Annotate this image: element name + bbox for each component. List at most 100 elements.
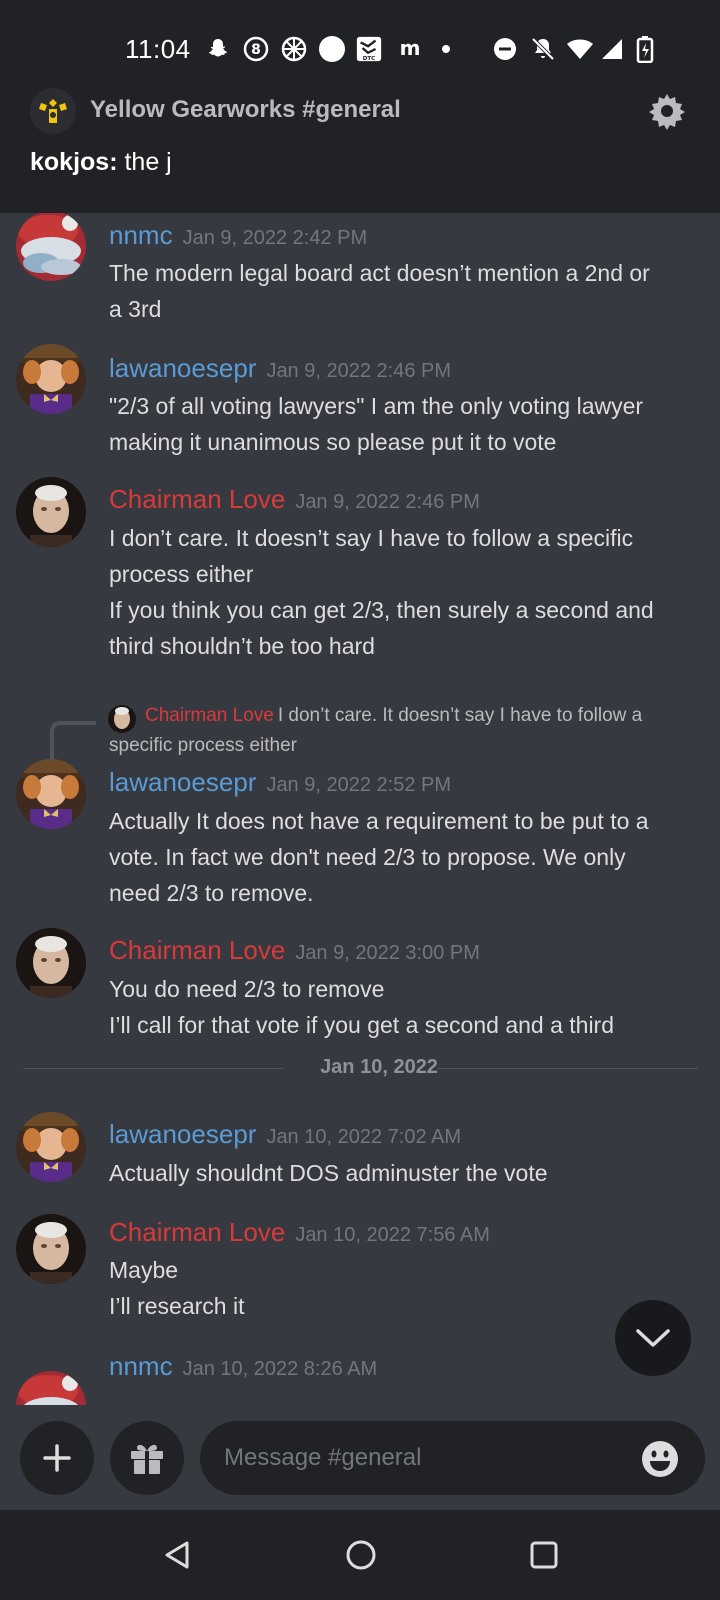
message-header[interactable]: lawanoesepr Jan 10, 2022 7:02 AM <box>109 1119 461 1150</box>
mute-bell-icon <box>529 35 557 63</box>
avatar[interactable] <box>16 759 86 829</box>
date-divider: Jan 10, 2022 <box>23 1056 698 1080</box>
avatar[interactable] <box>16 928 86 998</box>
home-circle-icon <box>346 1540 376 1570</box>
preview-author: kokjos: <box>30 148 118 176</box>
gear-icon[interactable] <box>646 90 688 132</box>
avatar[interactable] <box>16 213 86 281</box>
message-line: vote. In fact we don't need 2/3 to propo… <box>109 844 626 870</box>
svg-text:DTC: DTC <box>363 56 376 62</box>
svg-text:m: m <box>400 36 421 60</box>
avatar[interactable] <box>16 1214 86 1284</box>
dtc-icon: DTC <box>355 35 383 63</box>
timestamp: Jan 9, 2022 2:46 PM <box>266 360 452 382</box>
message-header[interactable]: Chairman Love Jan 9, 2022 2:46 PM <box>109 484 480 515</box>
username[interactable]: Chairman Love <box>109 935 285 965</box>
message-line: I’ll call for that vote if you get a sec… <box>109 1012 615 1038</box>
message-line: "2/3 of all voting lawyers" I am the onl… <box>109 393 644 419</box>
gift-icon <box>131 1444 163 1474</box>
message-header[interactable]: lawanoesepr Jan 9, 2022 2:46 PM <box>109 353 451 384</box>
preview-text: the j <box>117 148 172 176</box>
message-line: a 3rd <box>109 296 162 322</box>
reply-author[interactable]: Chairman Love <box>145 705 274 726</box>
message-line: The modern legal board act doesn’t menti… <box>109 260 650 286</box>
username[interactable]: Chairman Love <box>109 1217 285 1247</box>
username[interactable]: nnmc <box>109 220 173 250</box>
reply-connector <box>50 721 96 765</box>
message-line: process either <box>109 561 254 587</box>
timestamp: Jan 9, 2022 2:46 PM <box>295 491 480 513</box>
avatar[interactable] <box>16 1371 86 1405</box>
message-text: The modern legal board act doesn’t menti… <box>109 255 650 327</box>
svg-text:8: 8 <box>251 42 261 58</box>
gift-button[interactable] <box>110 1421 184 1495</box>
username[interactable]: lawanoesepr <box>109 767 256 797</box>
message-line: Actually It does not have a requirement … <box>109 808 649 834</box>
aperture-icon <box>280 35 308 63</box>
message-list[interactable]: nnmc Jan 9, 2022 2:42 PM The modern legal… <box>0 213 720 1405</box>
message-text: Actually shouldnt DOS adminuster the vot… <box>109 1155 548 1191</box>
latest-message-preview: kokjos: the j <box>30 148 172 177</box>
message-line: You do need 2/3 to remove <box>109 976 385 1002</box>
message-line: need 2/3 to remove. <box>109 880 314 906</box>
reply-preview[interactable]: Chairman Love I don’t care. It doesn’t sa… <box>109 701 699 761</box>
message-text: You do need 2/3 to remove I’ll call for … <box>109 971 614 1043</box>
server-logo-icon[interactable] <box>30 88 76 134</box>
avatar[interactable] <box>16 477 86 547</box>
chevron-down-icon <box>636 1329 670 1347</box>
plus-icon <box>43 1444 71 1472</box>
status-bar: 11:04 8 DTC m <box>0 22 720 78</box>
circle-icon <box>318 35 346 63</box>
message-text: I don’t care. It doesn’t say I have to f… <box>109 520 654 664</box>
server-channel-title[interactable]: Yellow Gearworks #general <box>90 96 401 124</box>
message-header[interactable]: nnmc Jan 9, 2022 2:42 PM <box>109 220 367 251</box>
message-line: Maybe <box>109 1257 179 1283</box>
back-triangle-icon <box>165 1541 189 1569</box>
message-text: "2/3 of all voting lawyers" I am the onl… <box>109 388 643 460</box>
message-header[interactable]: lawanoesepr Jan 9, 2022 2:52 PM <box>109 767 451 798</box>
username[interactable]: nnmc <box>109 1351 173 1381</box>
home-button[interactable] <box>336 1530 386 1580</box>
avatar[interactable] <box>16 1112 86 1182</box>
recents-square-icon <box>530 1541 558 1569</box>
signal-icon <box>598 35 626 63</box>
username[interactable]: lawanoesepr <box>109 353 256 383</box>
m-app-icon: m <box>396 35 424 63</box>
message-line: I’ll research it <box>109 1293 245 1319</box>
timestamp: Jan 9, 2022 3:00 PM <box>295 942 480 964</box>
timestamp: Jan 9, 2022 2:52 PM <box>266 774 452 796</box>
do-not-disturb-icon <box>491 35 519 63</box>
message-line: third shouldn’t be too hard <box>109 633 375 659</box>
message-composer <box>0 1405 720 1510</box>
message-input[interactable] <box>200 1421 705 1495</box>
message-text: Actually It does not have a requirement … <box>109 803 649 911</box>
timestamp: Jan 10, 2022 7:02 AM <box>266 1126 462 1148</box>
divider-line <box>437 1068 698 1069</box>
jump-to-latest-button[interactable] <box>615 1300 691 1376</box>
username[interactable]: Chairman Love <box>109 484 285 514</box>
back-button[interactable] <box>152 1530 202 1580</box>
message-header[interactable]: Chairman Love Jan 10, 2022 7:56 AM <box>109 1217 490 1248</box>
emoji-picker-button[interactable] <box>640 1439 680 1479</box>
timestamp: Jan 10, 2022 7:56 AM <box>295 1224 490 1246</box>
recents-button[interactable] <box>519 1530 569 1580</box>
message-line: If you think you can get 2/3, then surel… <box>109 597 654 623</box>
smiley-icon <box>642 1441 678 1477</box>
dot-icon <box>432 35 460 63</box>
message-header[interactable]: nnmc Jan 10, 2022 8:26 AM <box>109 1351 377 1382</box>
wifi-icon <box>566 35 594 63</box>
message-header[interactable]: Chairman Love Jan 9, 2022 3:00 PM <box>109 935 480 966</box>
top-header: 11:04 8 DTC m Yellow Gearworks #general … <box>0 0 720 213</box>
snapchat-icon <box>204 35 232 63</box>
date-divider-label: Jan 10, 2022 <box>320 1056 438 1078</box>
system-navigation-bar <box>0 1510 720 1600</box>
message-line: I don’t care. It doesn’t say I have to f… <box>109 525 634 551</box>
message-line: Actually shouldnt DOS adminuster the vot… <box>109 1160 548 1186</box>
avatar[interactable] <box>16 344 86 414</box>
message-line: making it unanimous so please put it to … <box>109 429 557 455</box>
server-header[interactable]: Yellow Gearworks #general <box>0 84 720 138</box>
add-attachment-button[interactable] <box>20 1421 94 1495</box>
battery-icon <box>631 35 659 63</box>
eight-ball-icon: 8 <box>242 35 270 63</box>
username[interactable]: lawanoesepr <box>109 1119 256 1149</box>
